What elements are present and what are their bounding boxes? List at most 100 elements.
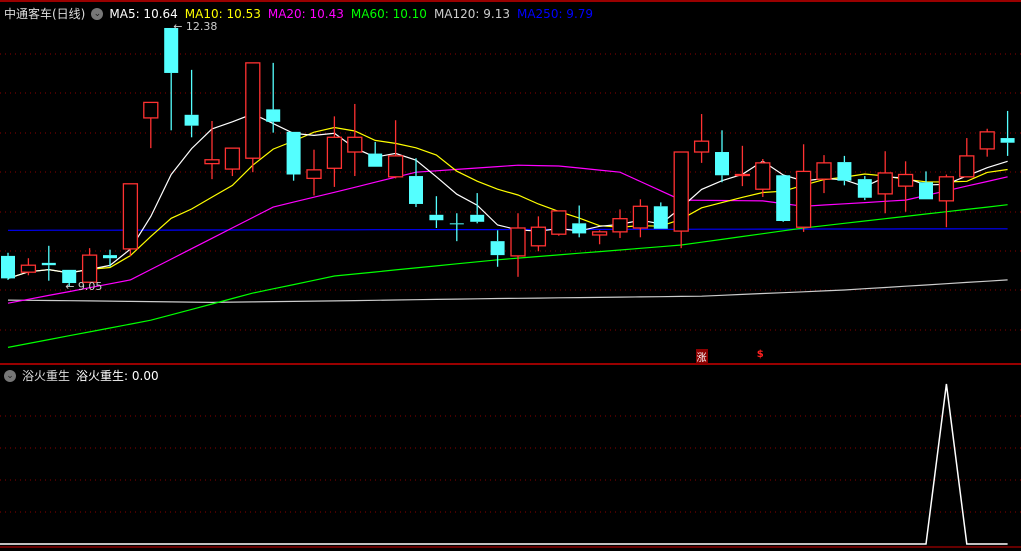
candle: [204, 121, 220, 180]
low-price-label: ← 9.05: [65, 280, 103, 294]
candle: [795, 144, 812, 232]
ma-label: MA5: 10.64: [109, 6, 178, 21]
ma5-line: [7, 113, 1008, 279]
candle-body: [530, 226, 547, 247]
candle-body: [122, 183, 139, 250]
candle-body: [795, 170, 812, 228]
candle-body: [612, 218, 628, 233]
candle-body: [41, 262, 56, 266]
candle-body: [551, 210, 567, 235]
candle: [490, 230, 505, 267]
candle: [449, 213, 464, 242]
candle-body: [490, 241, 505, 256]
candle-body: [877, 172, 893, 195]
candle-body: [673, 151, 689, 232]
candle: [938, 174, 955, 228]
ma-label: MA10: 10.53: [184, 6, 261, 21]
ma-label: MA250: 9.79: [516, 6, 594, 21]
stock-name: 中通客车(日线): [4, 7, 86, 21]
ma-legend: MA5: 10.64 MA10: 10.53 MA20: 10.43 MA60: 10…: [109, 7, 593, 21]
candle-body: [103, 255, 117, 259]
candlesticks: [1, 27, 1015, 287]
candle-body: [387, 155, 404, 178]
candle-body: [266, 109, 281, 122]
candle: [530, 216, 547, 252]
candle: [1000, 110, 1015, 156]
candle-body: [510, 227, 526, 257]
candle-body: [368, 153, 383, 167]
indicator-name: 浴火重生: [22, 369, 71, 383]
candle-body: [143, 101, 159, 119]
indicator-line: [0, 383, 1008, 545]
candle: [653, 202, 668, 229]
candle: [551, 210, 567, 236]
candle-body: [857, 179, 872, 198]
candle: [572, 205, 587, 238]
candle: [959, 138, 975, 178]
candle: [591, 230, 608, 245]
candle-body: [20, 264, 37, 273]
candle: [470, 193, 485, 224]
moving-average-lines: [7, 113, 1008, 348]
candle-body: [693, 140, 710, 153]
candle-body: [470, 214, 485, 222]
candle: [122, 183, 139, 256]
candle: [41, 245, 56, 281]
ma60-line: [7, 204, 1008, 348]
candle: [387, 120, 404, 179]
candle-body: [776, 175, 791, 222]
candle-body: [306, 169, 322, 180]
candle-body: [572, 223, 587, 234]
stock-chart[interactable]: [0, 0, 1021, 551]
candle-body: [326, 136, 343, 169]
candle: [877, 151, 893, 214]
candle: [979, 128, 995, 157]
indicator-plot: [0, 383, 1008, 545]
candle: [224, 147, 241, 177]
low-price-value: 9.05: [77, 280, 103, 294]
candle-body: [591, 231, 608, 236]
candle: [510, 213, 526, 277]
candle-body: [184, 114, 199, 126]
grid-lines: [0, 0, 1021, 548]
candle: [715, 130, 729, 183]
candle: [1, 252, 15, 280]
candle: [857, 176, 872, 201]
candle: [306, 149, 322, 196]
candle: [776, 175, 791, 222]
ma-label: MA120: 9.13: [433, 6, 510, 21]
candle: [673, 151, 689, 249]
chevron-down-icon[interactable]: ⌄: [4, 369, 16, 382]
candle-body: [1, 255, 15, 279]
candle-body: [449, 223, 464, 225]
ma-label: MA20: 10.43: [267, 6, 344, 21]
candle: [143, 101, 159, 149]
candle-body: [897, 173, 914, 187]
candle-body: [347, 136, 363, 153]
candle-body: [979, 131, 995, 150]
candle: [347, 103, 363, 177]
candle: [164, 27, 179, 131]
candle: [693, 114, 710, 163]
chevron-down-icon[interactable]: ⌄: [91, 7, 104, 20]
candle-body: [837, 162, 852, 181]
candle: [245, 62, 261, 173]
ma-label: MA60: 10.10: [350, 6, 427, 21]
high-price-label: ← 12.38: [173, 19, 218, 33]
candle-body: [715, 152, 729, 176]
candle-body: [204, 159, 220, 165]
candle-body: [755, 162, 771, 190]
candle: [286, 131, 301, 181]
candle-body: [938, 176, 955, 202]
candle-body: [816, 162, 832, 180]
candle-body: [959, 155, 975, 178]
ma20-line: [7, 164, 1008, 304]
main-header: 中通客车(日线) ⌄ MA5: 10.64 MA10: 10.53 MA20: 10…: [4, 5, 593, 22]
candle: [632, 199, 649, 238]
candle: [734, 145, 751, 187]
candle-body: [919, 182, 933, 200]
candle: [266, 62, 281, 133]
candle-body: [245, 62, 261, 159]
candle: [368, 141, 383, 167]
candle: [184, 69, 199, 138]
